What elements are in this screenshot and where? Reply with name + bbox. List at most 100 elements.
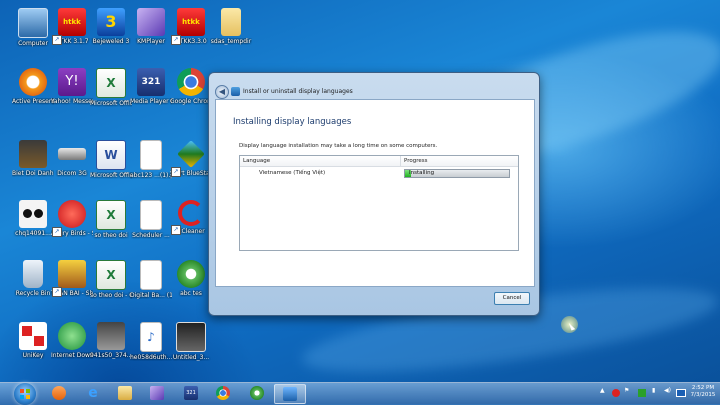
taskbar-kmplayer[interactable]: [142, 384, 172, 402]
shortcut-arrow-icon: ↗: [52, 35, 62, 45]
desktop-icon-so-theo-doi-copy[interactable]: X so theo doi - Copy: [90, 260, 132, 299]
column-header-progress[interactable]: Progress: [404, 158, 427, 164]
yahoo-icon: Y!: [58, 68, 86, 96]
taskbar-control-panel[interactable]: [274, 384, 306, 404]
desktop-icon-media-player-classic[interactable]: 321 Media Player Classic: [130, 68, 172, 105]
image-icon: [97, 322, 125, 350]
desktop-icon-bejeweled[interactable]: 3 Bejeweled 3: [90, 8, 132, 45]
desktop-icon-label: chq14091...: [15, 230, 51, 237]
taskbar-clock[interactable]: 2:52 PM 7/3/2015: [688, 385, 718, 399]
desktop-icon-untitled[interactable]: Untitled_3...: [170, 322, 212, 361]
control-panel-icon: [283, 387, 297, 401]
language-name: Vietnamese (Tiếng Việt): [259, 170, 326, 176]
progress-status: Installing: [409, 170, 435, 176]
taskbar-camtasia[interactable]: [242, 384, 272, 402]
desktop-icon-scheduler[interactable]: Scheduler ...: [130, 200, 172, 239]
desktop-icon-chrome[interactable]: Google Chrome: [170, 68, 212, 105]
folder-icon: [118, 386, 132, 400]
tray-network-icon[interactable]: ▮: [652, 387, 655, 394]
desktop-icon-label: Active Presenter: [12, 98, 54, 105]
desktop-icon-bluestacks[interactable]: ↗ Start BlueStacks: [170, 140, 212, 177]
desktop-icon-htkk-317[interactable]: htkk ↗ HTKK 3.1.7: [51, 8, 93, 45]
column-header-language[interactable]: Language: [243, 158, 270, 164]
bluestacks-icon: [177, 140, 205, 168]
start-button[interactable]: [14, 383, 36, 405]
dialog-description: Display language installation may take a…: [239, 143, 438, 149]
taskbar-media-player-classic[interactable]: 321: [176, 384, 206, 402]
desktop-icon-label: Untitled_3...: [172, 354, 210, 361]
desktop-icon-abc-tes[interactable]: abc tes: [170, 260, 212, 297]
tray-volume-icon[interactable]: ◀): [664, 387, 671, 394]
game-icon: [58, 260, 86, 288]
desktop-icon-computer[interactable]: Computer: [12, 8, 54, 47]
desktop-icon-recycle-bin[interactable]: Recycle Bin: [12, 260, 54, 297]
desktop-icon-sdas-tempdir[interactable]: sdas_tempdir: [210, 8, 252, 45]
desktop-icon-label: Recycle Bin: [15, 290, 51, 297]
taskbar-media-player[interactable]: [44, 384, 74, 402]
tray-chevron-up-icon[interactable]: ▲: [600, 387, 605, 394]
desktop-icon-label: so theo doi: [94, 232, 128, 239]
desktop-icon-than-bai[interactable]: ↗ THAN BAI - Shortcut: [51, 260, 93, 297]
desktop-icon-label: Computer: [18, 40, 48, 47]
desktop-icon-digital-pdf[interactable]: Digital Ba... (1).pdf: [130, 260, 172, 299]
desktop-icon-label: Digital Ba... (1).pdf: [130, 292, 172, 299]
desktop-icon-label: Media Player Classic: [130, 98, 172, 105]
audio-icon: ♪: [140, 322, 162, 352]
document-icon: [140, 200, 162, 230]
list-header: Language Progress: [240, 156, 518, 167]
document-icon: [140, 260, 162, 290]
word-icon: W: [96, 140, 126, 170]
tray-app-icon[interactable]: [638, 389, 646, 397]
dialog-heading: Installing display languages: [233, 117, 352, 127]
clock-date: 7/3/2015: [690, 392, 716, 398]
media-player-classic-icon: 321: [184, 386, 198, 400]
tray-antivirus-icon[interactable]: [612, 389, 620, 397]
game-icon: [19, 140, 47, 168]
bejeweled-icon: 3: [97, 8, 125, 36]
desktop-icon-ccleaner[interactable]: ↗ CCleaner: [170, 200, 212, 235]
desktop-icon-chq[interactable]: chq14091...: [12, 200, 54, 237]
control-panel-icon: [231, 87, 240, 96]
excel-icon: X: [96, 68, 126, 98]
desktop-icon-active-presenter[interactable]: Active Presenter: [12, 68, 54, 105]
image-icon: [19, 200, 47, 228]
dialog-titlebar: ◀ Install or uninstall display languages: [209, 73, 539, 99]
desktop-icon-kmplayer[interactable]: KMPlayer: [130, 8, 172, 45]
desktop-icon-idm[interactable]: Internet Downlo...: [51, 322, 93, 359]
desktop-icon-label: Google Chrome: [170, 98, 212, 105]
tray-language-icon[interactable]: [676, 389, 686, 397]
desktop-icon-dcom[interactable]: Dicom 3G: [51, 140, 93, 177]
desktop-icon-angry-birds[interactable]: ↗ Angry Birds - Shortcut: [51, 200, 93, 237]
clock-time: 2:52 PM: [691, 385, 715, 391]
desktop-icon-abc123-pdf[interactable]: abc123 ...(1).pdf: [130, 140, 172, 179]
desktop-icon-so-theo-doi[interactable]: X so theo doi: [90, 200, 132, 239]
desktop-icon-he058[interactable]: ♪ he058d6uth...: [130, 322, 172, 361]
htkk-icon: htkk: [177, 8, 205, 36]
recycle-bin-icon: [23, 260, 43, 288]
desktop-icon-label: KMPlayer: [137, 38, 165, 45]
camtasia-icon: [250, 386, 264, 400]
desktop-icon-label: he058d6uth...: [130, 354, 172, 361]
dcom-icon: [58, 148, 86, 160]
desktop-icon-yahoo[interactable]: Y! Yahoo! Messenger: [51, 68, 93, 105]
desktop-icon-label: Microsoft Office Wo...: [90, 172, 132, 179]
taskbar-internet-explorer[interactable]: e: [78, 384, 108, 402]
column-divider[interactable]: [400, 156, 401, 166]
cancel-button[interactable]: Cancel: [494, 292, 530, 305]
desktop-icon-word[interactable]: W Microsoft Office Wo...: [90, 140, 132, 179]
desktop-icon-excel[interactable]: X Microsoft Office Exc...: [90, 68, 132, 107]
tray-flag-icon[interactable]: ⚑: [624, 387, 629, 394]
angry-birds-icon: [58, 200, 86, 228]
desktop-icon-biet-doi[interactable]: Biet Doi Danh Thue...: [12, 140, 54, 177]
desktop-icon-htkk-330[interactable]: htkk ↗ HTKK3.3.0: [170, 8, 212, 45]
dialog-content: Installing display languages Display lan…: [215, 99, 535, 287]
shortcut-arrow-icon: ↗: [171, 35, 181, 45]
document-icon: [140, 140, 162, 170]
taskbar-chrome[interactable]: [208, 384, 238, 402]
desktop-icon-941s50[interactable]: 941s50_374...: [90, 322, 132, 359]
desktop-icon-unikey[interactable]: UniKey: [12, 322, 54, 359]
taskbar-explorer[interactable]: [110, 384, 140, 402]
back-button[interactable]: ◀: [215, 85, 229, 99]
media-player-icon: [52, 386, 66, 400]
desktop-icon-label: abc tes: [180, 290, 202, 297]
